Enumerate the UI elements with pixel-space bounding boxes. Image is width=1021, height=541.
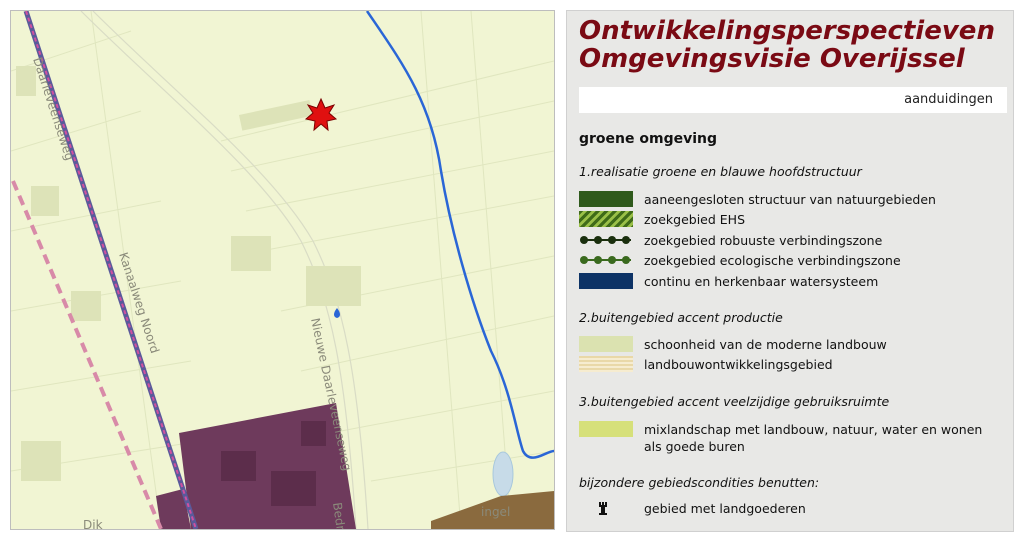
group-title-1: 1.realisatie groene en blauwe hoofdstruc… — [579, 164, 862, 179]
legend-item-zoekgebied-ehs: zoekgebied EHS — [579, 211, 1009, 229]
label-natuurgebieden: aaneengesloten structuur van natuurgebie… — [644, 192, 936, 207]
legend-item-mixlandschap: mixlandschap met landbouw, natuur, water… — [579, 421, 1009, 457]
swatch-natuurgebieden — [579, 191, 633, 207]
legend-item-robuuste-verbindingszone: zoekgebied robuuste verbindingszone — [579, 232, 1009, 250]
legend-panel: Ontwikkelingsperspectieven Omgevingsvisi… — [566, 10, 1014, 532]
special-conditions-title: bijzondere gebiedscondities benutten: — [579, 475, 820, 490]
swatch-landbouwontwikkelingsgebied — [579, 356, 633, 372]
layer-dropdown[interactable]: aanduidingen — [579, 87, 1007, 113]
map-panel[interactable]: Daarleveenseweg Kanaalweg Noord Nieuwe D… — [10, 10, 555, 530]
swatch-zoekgebied-ehs — [579, 211, 633, 227]
legend-item-landbouwontwikkelingsgebied: landbouwontwikkelingsgebied — [579, 356, 1009, 374]
label-watersysteem: continu en herkenbaar watersysteem — [644, 274, 879, 289]
group-title-2: 2.buitengebied accent productie — [579, 310, 783, 325]
label-robuuste-verbindingszone: zoekgebied robuuste verbindingszone — [644, 233, 883, 248]
legend-title-line1: Ontwikkelingsperspectieven — [579, 16, 995, 46]
group-title-3: 3.buitengebied accent veelzijdige gebrui… — [579, 394, 890, 409]
swatch-ecologische-verbindingszone — [580, 256, 631, 264]
label-landbouwontwikkelingsgebied: landbouwontwikkelingsgebied — [644, 357, 833, 372]
legend-item-watersysteem: continu en herkenbaar watersysteem — [579, 273, 1009, 291]
swatch-watersysteem — [579, 273, 633, 289]
label-zoekgebied-ehs: zoekgebied EHS — [644, 212, 746, 227]
swatch-mixlandschap — [579, 421, 633, 437]
label-ecologische-verbindingszone: zoekgebied ecologische verbindingszone — [644, 253, 901, 268]
label-mixlandschap-line2: als goede buren — [644, 439, 745, 454]
section-heading: groene omgeving — [579, 131, 718, 147]
label-landgoederen: gebied met landgoederen — [644, 501, 806, 516]
tower-icon — [599, 502, 607, 515]
layer-dropdown-value: aanduidingen — [904, 92, 993, 107]
road-label-dik: Dik — [83, 518, 103, 529]
swatch-moderne-landbouw — [579, 336, 633, 352]
legend-title-line2: Omgevingsvisie Overijssel — [579, 44, 965, 74]
swatch-robuuste-verbindingszone — [580, 236, 631, 244]
legend-item-ecologische-verbindingszone: zoekgebied ecologische verbindingszone — [579, 252, 1009, 270]
pond — [492, 451, 514, 497]
legend-item-moderne-landbouw: schoonheid van de moderne landbouw — [579, 336, 1009, 354]
legend-item-landgoederen: gebied met landgoederen — [579, 500, 1009, 518]
map-canvas[interactable]: Daarleveenseweg Kanaalweg Noord Nieuwe D… — [11, 11, 554, 529]
road-label-ingel: ingel — [481, 505, 510, 519]
legend-item-natuurgebieden: aaneengesloten structuur van natuurgebie… — [579, 191, 1009, 209]
label-moderne-landbouw: schoonheid van de moderne landbouw — [644, 337, 887, 352]
label-mixlandschap: mixlandschap met landbouw, natuur, water… — [644, 422, 983, 437]
